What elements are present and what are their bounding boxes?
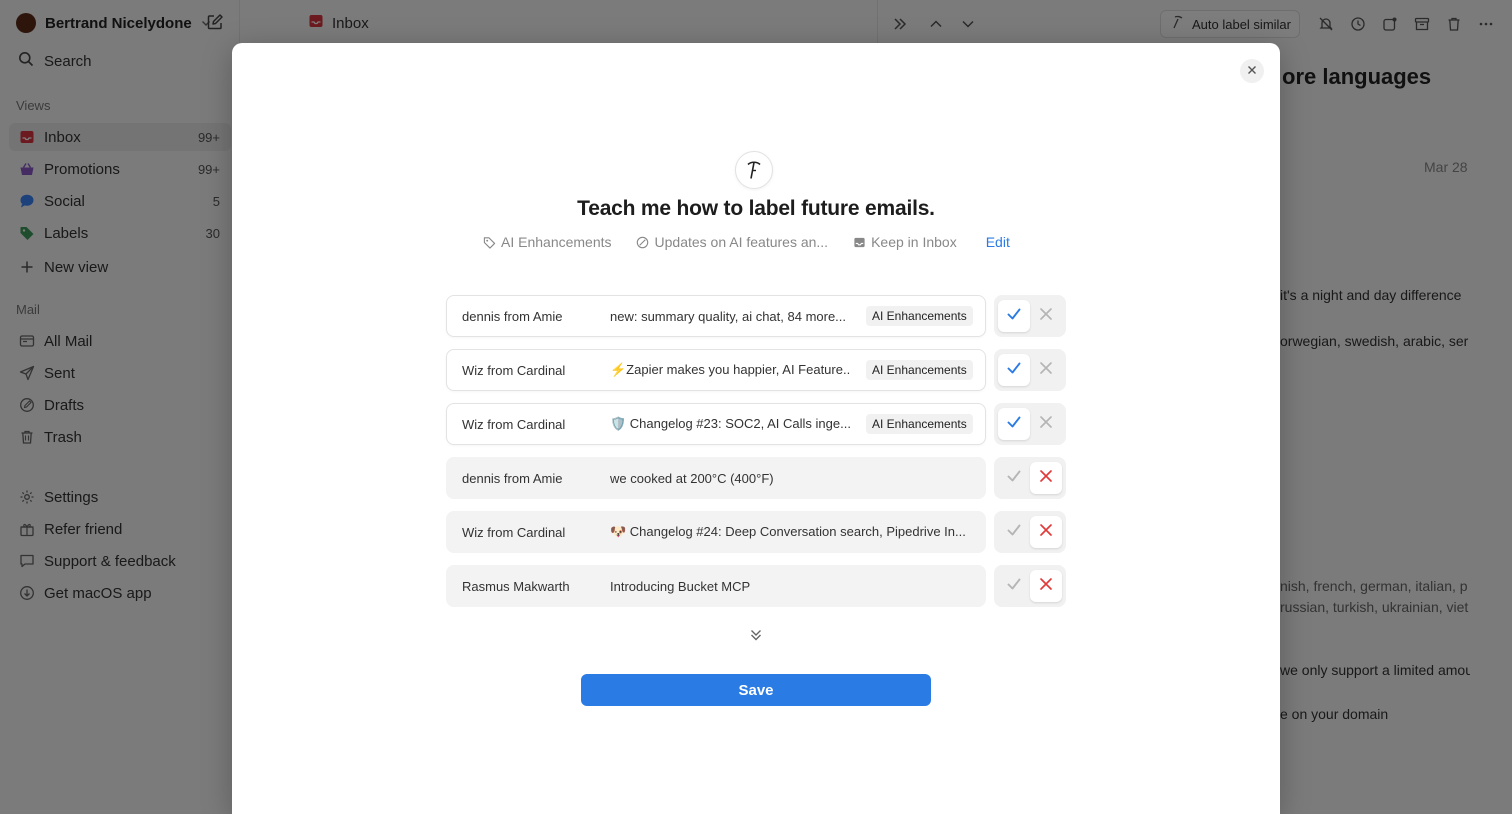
close-icon [1039,577,1053,596]
email-sender: Wiz from Cardinal [462,524,566,540]
approve-button[interactable] [998,516,1030,548]
approve-reject-toggle [994,565,1066,607]
approve-reject-toggle [994,511,1066,553]
close-icon [1039,469,1053,488]
close-icon [1039,361,1053,380]
email-row[interactable]: Wiz from Cardinal 🛡️ Changelog #23: SOC2,… [446,403,986,445]
label-tag: AI Enhancements [866,306,973,326]
rule-text: Keep in Inbox [871,234,957,250]
rule-action: Keep in Inbox [852,234,957,250]
email-subject: new: summary quality, ai chat, 84 more..… [610,308,847,324]
reject-button[interactable] [1030,300,1062,332]
email-row[interactable]: Wiz from Cardinal ⚡Zapier makes you happi… [446,349,986,391]
tag-icon [482,235,496,249]
email-subject: we cooked at 200°C (400°F) [610,470,774,486]
no-entry-icon [636,235,650,249]
approve-reject-toggle [994,349,1066,391]
checkmark-icon [1006,360,1022,381]
email-row[interactable]: Wiz from Cardinal 🐶 Changelog #24: Deep C… [446,511,986,553]
approve-button[interactable] [998,408,1030,440]
close-icon [1039,307,1053,326]
save-button[interactable]: Save [581,674,931,706]
checkmark-icon [1006,576,1022,597]
email-sender: Rasmus Makwarth [462,578,570,594]
modal-title: Teach me how to label future emails. [577,197,935,220]
email-subject: 🛡️ Changelog #23: SOC2, AI Calls inge... [610,416,850,431]
checkmark-icon [1006,468,1022,489]
reject-button[interactable] [1030,354,1062,386]
close-icon [1247,62,1257,80]
label-rules: AI Enhancements Updates on AI features a… [482,232,1010,252]
email-subject: 🐶 Changelog #24: Deep Conversation searc… [610,524,966,539]
approve-button[interactable] [998,354,1030,386]
rule-label: AI Enhancements [482,234,612,250]
inbox-icon [852,235,866,249]
approve-button[interactable] [998,462,1030,494]
close-icon [1039,415,1053,434]
reject-button[interactable] [1030,516,1062,548]
reject-button[interactable] [1030,408,1062,440]
label-tag: AI Enhancements [866,414,973,434]
email-sender: Wiz from Cardinal [462,416,566,432]
approve-reject-toggle [994,457,1066,499]
edit-rules-link[interactable]: Edit [986,234,1010,250]
email-subject: Introducing Bucket MCP [610,578,751,594]
close-button[interactable] [1240,59,1264,83]
email-row[interactable]: Rasmus Makwarth Introducing Bucket MCP [446,565,986,607]
auto-label-modal: Teach me how to label future emails. AI … [232,43,1280,814]
reject-button[interactable] [1030,570,1062,602]
email-subject: ⚡Zapier makes you happier, AI Feature... [610,362,850,377]
approve-reject-toggle [994,295,1066,337]
approve-button[interactable] [998,570,1030,602]
approve-reject-toggle [994,403,1066,445]
label-tag: AI Enhancements [866,360,973,380]
email-row[interactable]: dennis from Amie we cooked at 200°C (400°… [446,457,986,499]
checkmark-icon [1006,414,1022,435]
show-more-icon[interactable] [746,626,766,644]
close-icon [1039,523,1053,542]
rule-description: Updates on AI features an... [636,234,829,250]
reject-button[interactable] [1030,462,1062,494]
email-row[interactable]: dennis from Amie new: summary quality, ai… [446,295,986,337]
email-sender: Wiz from Cardinal [462,362,566,378]
ai-label-icon [735,151,773,189]
approve-button[interactable] [998,300,1030,332]
rule-text: AI Enhancements [501,234,612,250]
checkmark-icon [1006,306,1022,327]
rule-text: Updates on AI features an... [654,234,829,250]
email-sender: dennis from Amie [462,470,563,486]
email-sender: dennis from Amie [462,308,563,324]
checkmark-icon [1006,522,1022,543]
